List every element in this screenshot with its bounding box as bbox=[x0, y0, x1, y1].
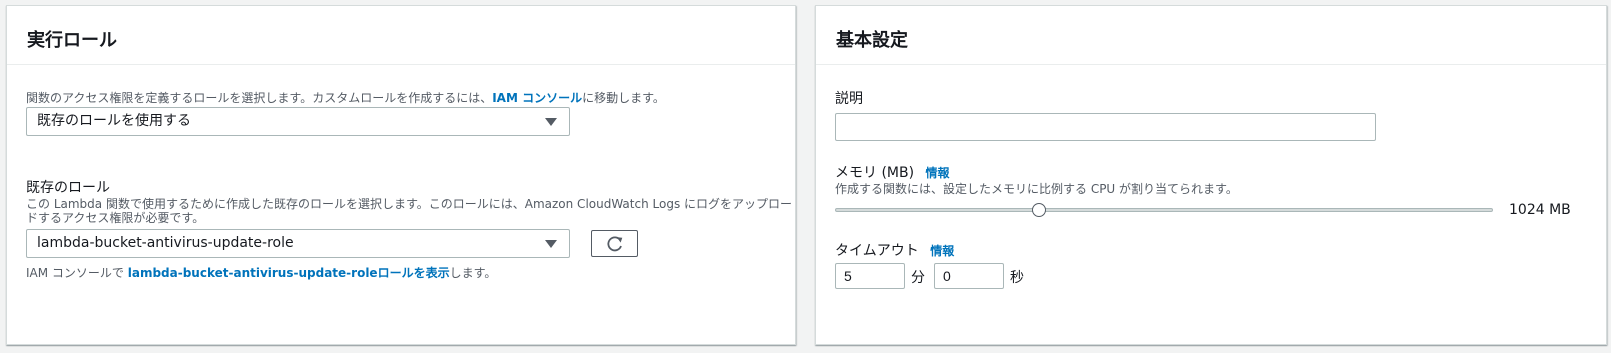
memory-info-link[interactable]: 情報 bbox=[926, 166, 950, 180]
role-type-selected-value: 既存のロールを使用する bbox=[37, 113, 191, 129]
caret-down-icon bbox=[545, 118, 557, 126]
timeout-label: タイムアウト bbox=[835, 243, 919, 259]
iam-role-footer-prefix: IAM コンソールで bbox=[26, 266, 128, 280]
execution-role-title: 実行ロール bbox=[7, 6, 795, 65]
timeout-seconds-input[interactable] bbox=[934, 263, 1004, 289]
existing-role-description-line2: ドするアクセス権限が必要です。 bbox=[26, 211, 205, 225]
memory-slider[interactable] bbox=[835, 203, 1493, 217]
view-role-link[interactable]: lambda-bucket-antivirus-update-roleロールを表… bbox=[128, 266, 450, 280]
existing-role-label: 既存のロール bbox=[26, 180, 110, 196]
iam-role-footer: IAM コンソールで lambda-bucket-antivirus-updat… bbox=[26, 264, 496, 281]
timeout-info-link[interactable]: 情報 bbox=[930, 244, 954, 258]
minutes-unit: 分 bbox=[911, 270, 925, 286]
execution-role-description-prefix: 関数のアクセス権限を定義するロールを選択します。カスタムロールを作成するには、 bbox=[26, 91, 493, 105]
existing-role-selected-value: lambda-bucket-antivirus-update-role bbox=[37, 235, 294, 251]
execution-role-panel: 実行ロール 関数のアクセス権限を定義するロールを選択します。カスタムロールを作成… bbox=[6, 5, 796, 345]
seconds-unit: 秒 bbox=[1010, 270, 1024, 286]
iam-console-link[interactable]: IAM コンソール bbox=[492, 91, 582, 105]
existing-role-select[interactable]: lambda-bucket-antivirus-update-role bbox=[26, 229, 570, 258]
memory-slider-thumb[interactable] bbox=[1031, 203, 1046, 217]
memory-label-row: メモリ (MB) 情報 bbox=[835, 162, 950, 182]
timeout-minutes-input[interactable] bbox=[835, 263, 905, 289]
refresh-icon bbox=[607, 236, 623, 252]
iam-role-footer-suffix: します。 bbox=[449, 266, 497, 280]
description-input[interactable] bbox=[835, 113, 1376, 141]
memory-slider-track bbox=[835, 208, 1493, 212]
basic-settings-panel: 基本設定 説明 メモリ (MB) 情報 作成する関数には、設定したメモリに比例す… bbox=[815, 5, 1607, 345]
execution-role-description-suffix: に移動します。 bbox=[582, 91, 665, 105]
caret-down-icon bbox=[545, 240, 557, 248]
timeout-label-row: タイムアウト 情報 bbox=[835, 240, 954, 260]
execution-role-description: 関数のアクセス権限を定義するロールを選択します。カスタムロールを作成するには、I… bbox=[26, 89, 665, 106]
memory-label: メモリ (MB) bbox=[835, 165, 915, 181]
memory-description: 作成する関数には、設定したメモリに比例する CPU が割り当てられます。 bbox=[835, 182, 1238, 196]
memory-value: 1024 MB bbox=[1509, 202, 1571, 218]
refresh-button[interactable] bbox=[591, 230, 638, 257]
basic-settings-title: 基本設定 bbox=[816, 6, 1606, 65]
role-type-select[interactable]: 既存のロールを使用する bbox=[26, 107, 570, 136]
description-label: 説明 bbox=[835, 91, 863, 107]
